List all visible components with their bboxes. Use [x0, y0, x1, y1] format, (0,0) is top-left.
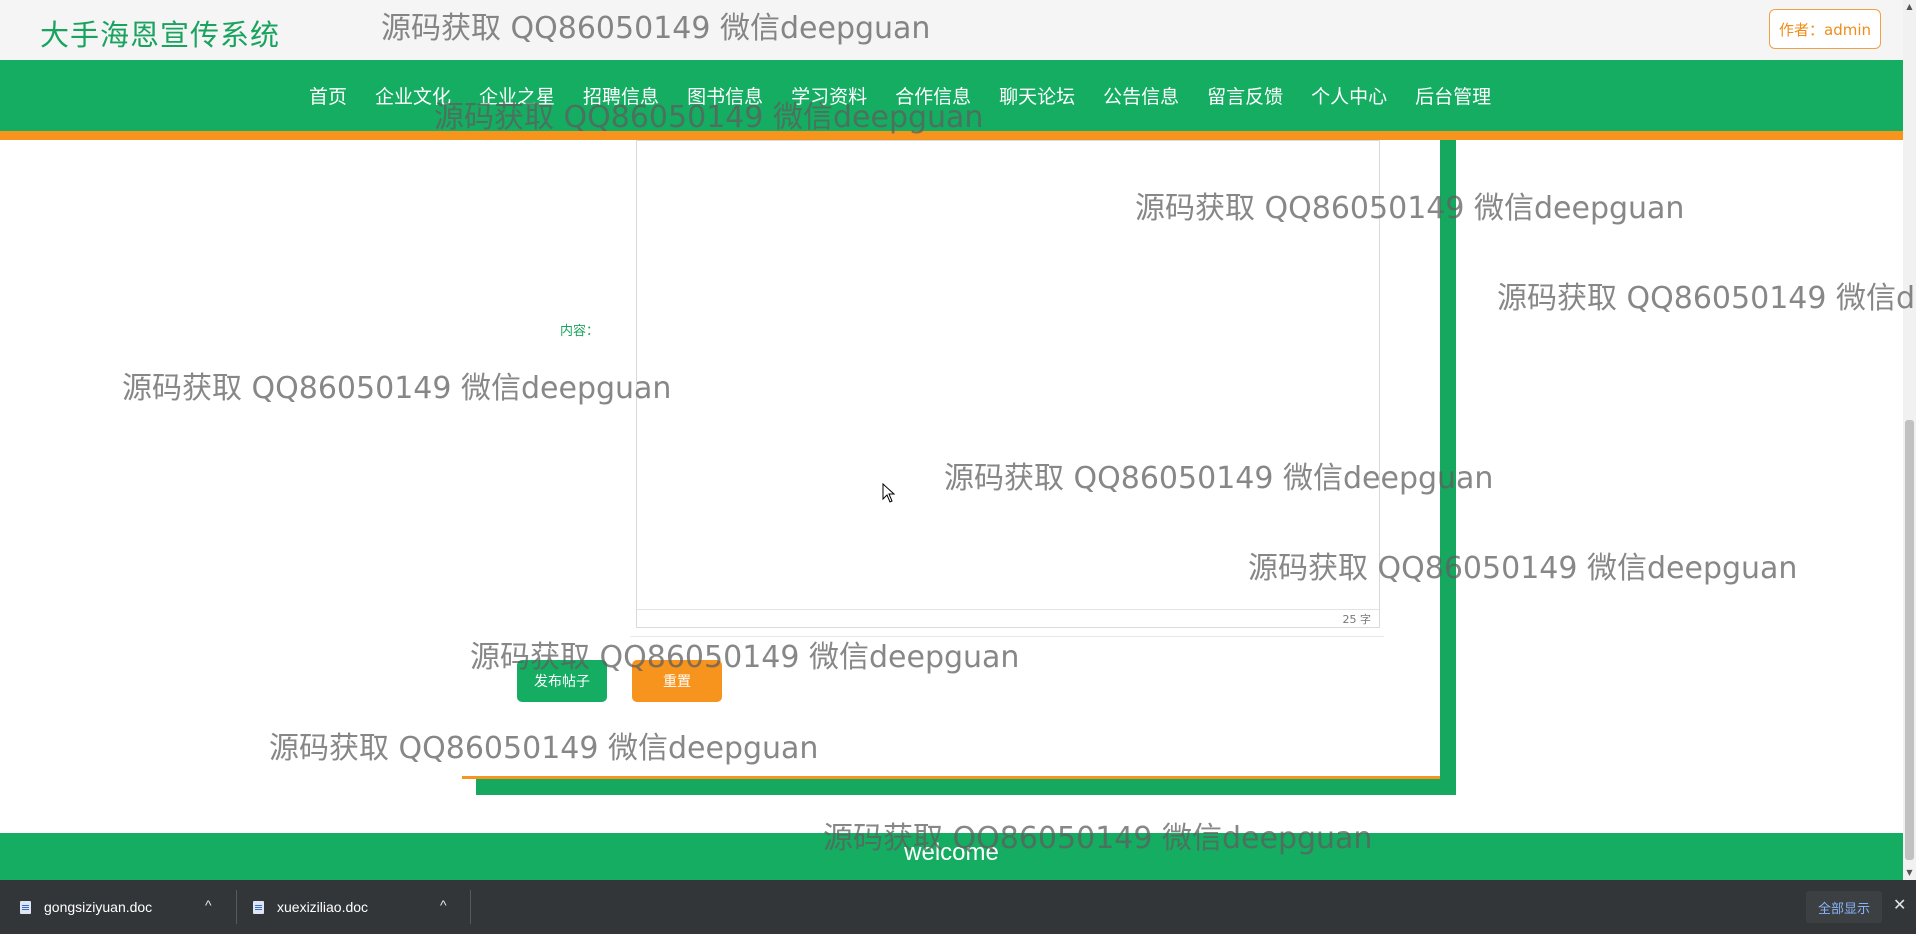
editor-status-bar: 25 字: [637, 609, 1379, 627]
nav-item-study[interactable]: 学习资料: [791, 82, 867, 109]
nav-item-jobs[interactable]: 招聘信息: [583, 82, 659, 109]
footer: welcome: [0, 833, 1903, 880]
footer-text: welcome: [904, 839, 999, 866]
scroll-down-icon[interactable]: ▼: [1903, 866, 1916, 880]
nav-item-notice[interactable]: 公告信息: [1103, 82, 1179, 109]
top-header: 大手海恩宣传系统 作者：admin: [0, 0, 1903, 60]
content-label: 内容：: [560, 324, 600, 339]
show-all-button[interactable]: 全部显示: [1806, 891, 1882, 923]
word-count: 25 字: [1342, 613, 1372, 626]
main-nav: 首页 企业文化 企业之星 招聘信息 图书信息 学习资料 合作信息 聊天论坛 公告…: [0, 60, 1903, 140]
chevron-up-icon[interactable]: ^: [440, 897, 447, 913]
nav-item-feedback[interactable]: 留言反馈: [1207, 82, 1283, 109]
panel-bottom-border: [462, 776, 1440, 779]
scroll-thumb[interactable]: [1905, 420, 1914, 860]
nav-item-forum[interactable]: 聊天论坛: [999, 82, 1075, 109]
nav-item-profile[interactable]: 个人中心: [1311, 82, 1387, 109]
content-editor[interactable]: 25 字: [636, 140, 1380, 628]
divider: [630, 636, 1384, 637]
reset-button[interactable]: 重置: [632, 660, 722, 702]
brand-title[interactable]: 大手海恩宣传系统: [40, 12, 280, 54]
nav-item-home[interactable]: 首页: [309, 82, 347, 109]
nav-item-culture[interactable]: 企业文化: [375, 82, 451, 109]
author-button[interactable]: 作者：admin: [1769, 9, 1881, 49]
download-filename: gongsiziyuan.doc: [44, 899, 153, 915]
watermark: 源码获取 QQ86050149 微信deepguan: [1497, 281, 1916, 316]
chevron-up-icon[interactable]: ^: [205, 897, 212, 913]
page-scrollbar[interactable]: ▲ ▼: [1903, 0, 1916, 880]
download-item[interactable]: xuexiziliao.doc: [253, 880, 368, 934]
publish-button[interactable]: 发布帖子: [517, 660, 607, 702]
divider: [236, 890, 237, 924]
downloads-bar: gongsiziyuan.doc ^ xuexiziliao.doc ^ 全部显…: [0, 880, 1916, 934]
nav-item-cooperation[interactable]: 合作信息: [895, 82, 971, 109]
doc-file-icon: [253, 900, 264, 914]
download-item[interactable]: gongsiziyuan.doc: [20, 880, 152, 934]
divider: [470, 890, 471, 924]
doc-file-icon: [20, 900, 31, 914]
close-icon[interactable]: ✕: [1893, 895, 1906, 915]
mouse-cursor-icon: [882, 483, 896, 503]
scroll-up-icon[interactable]: ▲: [1903, 0, 1916, 14]
nav-accent-stripe: [0, 131, 1903, 140]
download-filename: xuexiziliao.doc: [277, 899, 369, 915]
nav-item-star[interactable]: 企业之星: [479, 82, 555, 109]
nav-item-books[interactable]: 图书信息: [687, 82, 763, 109]
nav-item-admin[interactable]: 后台管理: [1415, 82, 1491, 109]
